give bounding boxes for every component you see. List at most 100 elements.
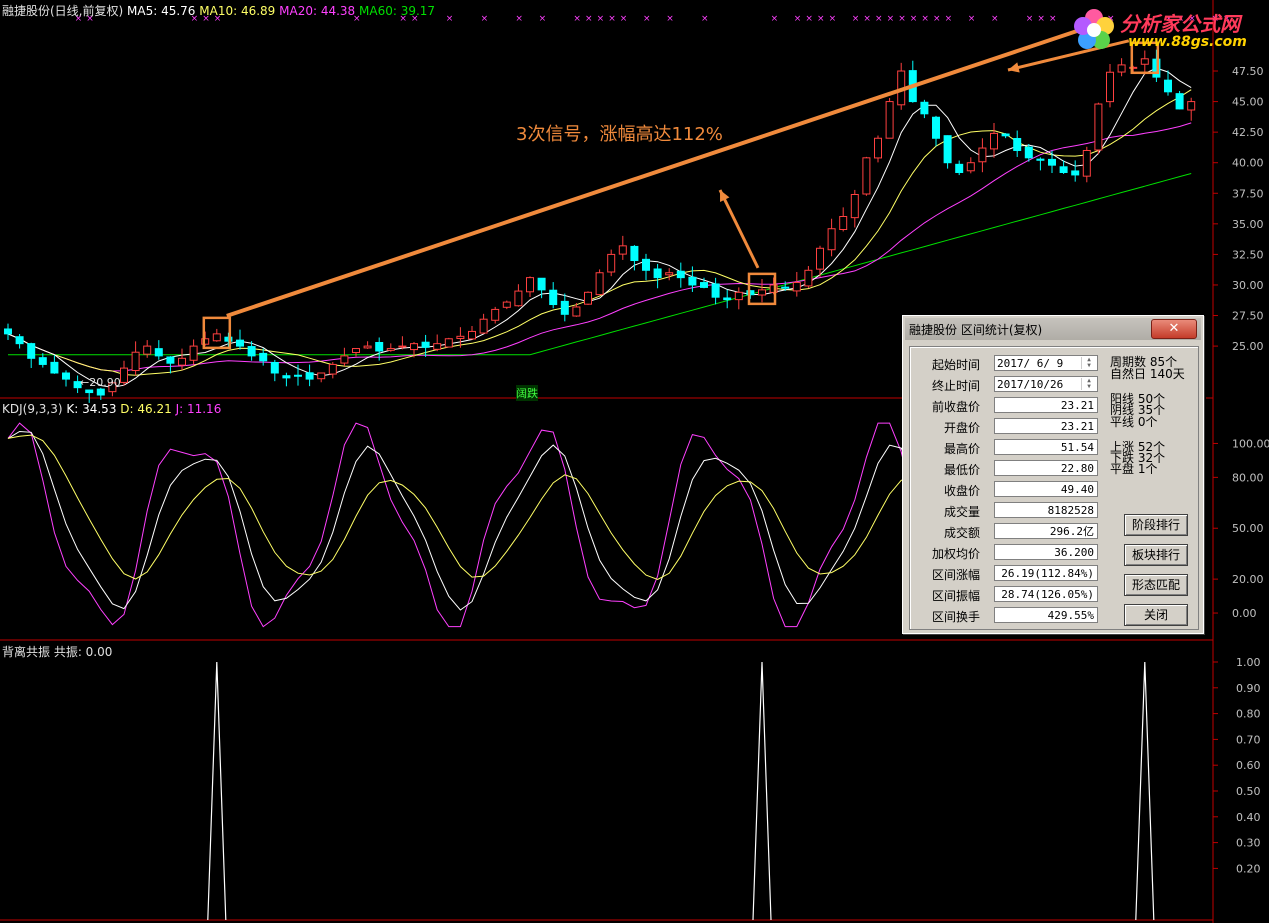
stat-label: 前收盘价 xyxy=(931,400,980,414)
candle-body xyxy=(131,351,140,372)
candle-body xyxy=(839,216,848,230)
stat-value: 51.54 xyxy=(994,439,1098,455)
candle-body xyxy=(1071,170,1080,176)
resonance-tick-label: 0.40 xyxy=(1236,811,1261,824)
candle-body xyxy=(178,357,186,366)
event-tag[interactable]: 阔跌 xyxy=(516,385,538,401)
signal-cross-icon: × xyxy=(701,14,709,24)
resonance-tick-label: 1.00 xyxy=(1236,656,1261,669)
resonance-tick-label: 0.80 xyxy=(1236,708,1261,721)
candle-body xyxy=(468,330,476,340)
candle-body xyxy=(154,348,163,357)
candle-body xyxy=(1175,93,1184,110)
price-tick-label: 42.50 xyxy=(1232,126,1264,139)
site-logo: 分析家公式网 www.88gs.com xyxy=(1066,2,1266,58)
candle-body xyxy=(317,372,326,380)
axis-labels: 47.50 45.00 42.50 40.00 37.50 35.00 32.50 30.00… xyxy=(1213,65,1269,875)
candle-body xyxy=(96,388,105,396)
candle-body xyxy=(572,306,581,317)
resonance-tick-label: 0.30 xyxy=(1236,837,1261,850)
logo-name: 分析家公式网 xyxy=(1120,12,1240,36)
candle-body xyxy=(990,132,998,150)
candle-body xyxy=(827,228,836,251)
stat-value: 36.200 xyxy=(994,544,1098,560)
stat-label: 收盘价 xyxy=(943,484,980,498)
pattern-match-button[interactable]: 形态匹配 xyxy=(1124,574,1188,596)
arrow-shaft xyxy=(718,189,760,269)
candle-body xyxy=(294,374,302,377)
signal-cross-icon: × xyxy=(573,14,581,24)
signal-cross-icon: × xyxy=(910,14,918,24)
sector-rank-button[interactable]: 板块排行 xyxy=(1124,544,1188,566)
candle-body xyxy=(758,289,766,296)
end-time-label: 终止时间 xyxy=(931,379,980,393)
candle-body xyxy=(282,375,291,379)
start-time-value: 2017/ 6/ 9 xyxy=(997,357,1064,370)
stat-label: 最高价 xyxy=(943,442,980,456)
candle-body xyxy=(804,269,813,287)
price-tick-label: 40.00 xyxy=(1232,157,1264,170)
candle-body xyxy=(560,300,569,315)
candle-body xyxy=(723,297,732,301)
price-tick-label: 47.50 xyxy=(1232,65,1264,78)
candle-body xyxy=(247,346,256,357)
start-time-input[interactable]: 2017/ 6/ 9 ▲ ▼ xyxy=(994,355,1098,371)
candle-body xyxy=(398,345,407,348)
dialog-close-button[interactable]: 关闭 xyxy=(1124,604,1188,626)
ma20-value: MA20: 44.38 xyxy=(279,4,356,18)
signal-cross-icon: × xyxy=(620,14,628,24)
candle-body xyxy=(862,157,871,195)
candle-body xyxy=(665,272,674,276)
candle-body xyxy=(352,348,360,354)
stat-value: 429.55% xyxy=(994,607,1098,623)
candle-body xyxy=(1048,158,1056,166)
signal-cross-icon: × xyxy=(968,14,976,24)
stat-label: 区间涨幅 xyxy=(931,568,980,582)
candle-body xyxy=(444,338,453,348)
kdj-tick-label: 0.00 xyxy=(1232,607,1257,620)
stage-rank-button[interactable]: 阶段排行 xyxy=(1124,514,1188,536)
resonance-tick-label: 0.20 xyxy=(1236,862,1261,875)
candle-body xyxy=(642,258,650,271)
dialog-titlebar[interactable]: 融捷股份 区间统计(复权) ✕ xyxy=(905,318,1201,340)
stat-label: 开盘价 xyxy=(943,421,980,435)
end-time-input[interactable]: 2017/10/26 ▲ ▼ xyxy=(994,376,1098,392)
candle-body xyxy=(433,343,442,350)
candle-body xyxy=(676,270,685,279)
signal-cross-icon: × xyxy=(643,14,651,24)
resonance-spikes xyxy=(207,661,1155,921)
candle-body xyxy=(4,328,12,335)
end-time-spinner-icon[interactable]: ▲ ▼ xyxy=(1081,378,1096,390)
ma10-value: MA10: 46.89 xyxy=(199,4,276,18)
candle-body xyxy=(700,282,708,288)
signal-cross-icon: × xyxy=(887,14,895,24)
candle-body xyxy=(1001,133,1010,137)
stat-value: 23.21 xyxy=(994,418,1098,434)
candle-body xyxy=(874,137,882,159)
candle-body xyxy=(120,367,128,383)
stat-level: 平盘 1个 xyxy=(1110,462,1158,476)
candle-body xyxy=(270,361,279,374)
signal-cross-icon: × xyxy=(597,14,605,24)
stat-label: 区间换手 xyxy=(931,610,980,624)
ma60-value: MA60: 39.17 xyxy=(359,4,436,18)
candle-body xyxy=(236,339,244,347)
resonance-tick-label: 0.50 xyxy=(1236,785,1261,798)
candle-body xyxy=(62,372,70,380)
dialog-close-icon[interactable]: ✕ xyxy=(1151,319,1197,339)
candle-body xyxy=(375,341,384,352)
kdj-k-value: K: 34.53 xyxy=(66,402,117,416)
signal-cross-icon: × xyxy=(863,14,871,24)
signal-cross-icon: × xyxy=(446,14,454,24)
stat-label: 区间振幅 xyxy=(931,589,980,603)
signal-markers xyxy=(202,28,1160,350)
interval-stats-dialog[interactable]: 融捷股份 区间统计(复权) ✕ 起始时间 2017/ 6/ 9 ▲ ▼ 终止时间 … xyxy=(902,315,1204,634)
ma5-value: MA5: 45.76 xyxy=(127,4,196,18)
start-time-spinner-icon[interactable]: ▲ ▼ xyxy=(1081,357,1096,369)
low-price-label: ←20.90 xyxy=(80,376,121,389)
candle-body xyxy=(27,343,36,359)
candle-body xyxy=(781,286,790,289)
kdj-tick-label: 100.00 xyxy=(1232,437,1269,450)
signal-cross-icon: × xyxy=(666,14,674,24)
signal-cross-icon: × xyxy=(933,14,941,24)
